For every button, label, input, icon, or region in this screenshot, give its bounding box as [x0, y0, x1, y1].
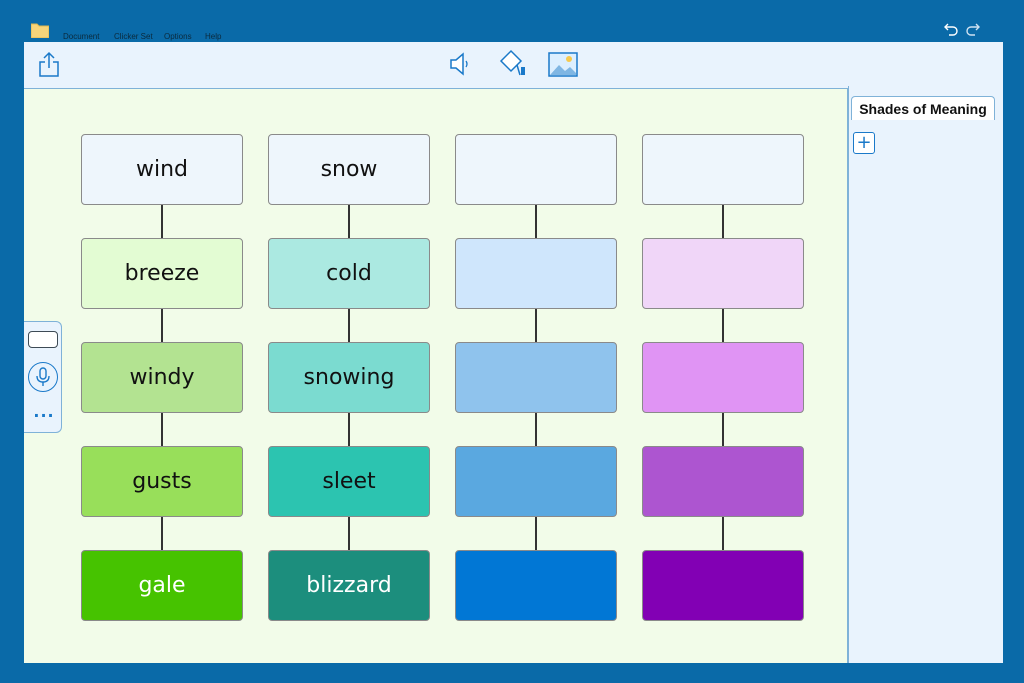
microphone-button[interactable] [28, 362, 58, 392]
folder-icon[interactable] [31, 22, 49, 38]
column-2: snow cold snowing sleet blizzard [268, 134, 430, 622]
side-tools: ... [24, 321, 62, 433]
grid-cell[interactable] [455, 342, 617, 413]
grid-cell[interactable] [455, 134, 617, 205]
menu-clicker-set[interactable]: Clicker Set [114, 32, 153, 41]
menu-document[interactable]: Document [63, 32, 99, 41]
undo-icon[interactable] [944, 22, 958, 36]
tab-shades-of-meaning[interactable]: Shades of Meaning [851, 96, 995, 120]
redo-icon[interactable] [966, 22, 980, 36]
grid-cell[interactable] [642, 446, 804, 517]
column-3 [455, 134, 617, 622]
image-icon[interactable] [548, 52, 578, 77]
grid-cell[interactable] [642, 134, 804, 205]
text-box-tool[interactable] [28, 331, 58, 348]
grid-cell[interactable] [642, 238, 804, 309]
grid-cell[interactable] [642, 342, 804, 413]
app-window: ... wind breeze windy gusts gale snow co… [24, 42, 1003, 663]
speaker-icon[interactable] [449, 51, 473, 77]
add-page-button[interactable]: + [853, 132, 875, 154]
grid-cell[interactable] [455, 550, 617, 621]
column-4 [642, 134, 804, 622]
column-1: wind breeze windy gusts gale [81, 134, 243, 622]
grid-cell[interactable]: wind [81, 134, 243, 205]
grid-cell[interactable] [455, 446, 617, 517]
grid-cell[interactable]: blizzard [268, 550, 430, 621]
share-icon[interactable] [38, 51, 60, 77]
grid-cell[interactable] [642, 550, 804, 621]
grid-cell[interactable] [455, 238, 617, 309]
grid-cell[interactable]: sleet [268, 446, 430, 517]
microphone-icon [36, 367, 50, 386]
grid-cell[interactable]: gusts [81, 446, 243, 517]
grid-cell[interactable]: breeze [81, 238, 243, 309]
paint-bucket-icon[interactable] [497, 49, 527, 77]
grid-cell[interactable]: snowing [268, 342, 430, 413]
grid-cell[interactable]: cold [268, 238, 430, 309]
menu-bar: Document Clicker Set Options Help [0, 0, 1024, 42]
menu-help[interactable]: Help [205, 32, 221, 41]
grid-cell[interactable]: windy [81, 342, 243, 413]
grid-cell[interactable]: snow [268, 134, 430, 205]
grid-cell[interactable]: gale [81, 550, 243, 621]
more-options-button[interactable]: ... [30, 402, 58, 421]
right-panel: Shades of Meaning + [848, 86, 1003, 663]
menu-options[interactable]: Options [164, 32, 192, 41]
